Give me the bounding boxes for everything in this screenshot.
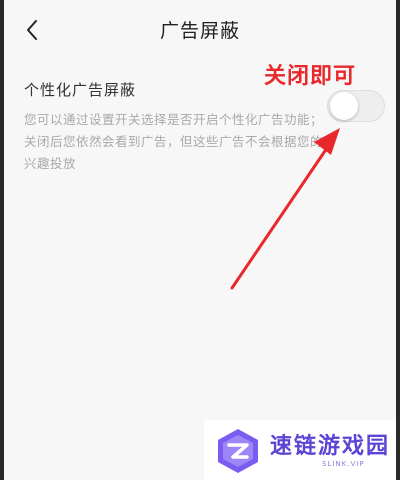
toggle-knob — [330, 92, 358, 120]
annotation-label: 关闭即可 — [264, 64, 357, 89]
setting-description: 您可以通过设置开关选择是否开启个性化广告功能；关闭后您依然会看到广告，但这些广告… — [24, 112, 324, 171]
top-bar: 广告屏蔽 — [4, 0, 396, 62]
chevron-left-icon — [27, 20, 37, 40]
watermark-name: 速链游戏园 — [270, 434, 391, 459]
settings-screen: 广告屏蔽 个性化广告屏蔽 您可以通过设置开关选择是否开启个性化广告功能；关闭后您… — [4, 0, 396, 480]
personalized-ads-toggle[interactable] — [327, 90, 385, 122]
screen-right-border — [396, 0, 400, 480]
page-title: 广告屏蔽 — [159, 20, 240, 42]
back-button[interactable] — [18, 16, 46, 44]
watermark: 速链游戏园 SLINK.VIP — [204, 420, 396, 480]
watermark-subtext: SLINK.VIP — [322, 460, 365, 468]
setting-title: 个性化广告屏蔽 — [24, 81, 137, 99]
watermark-logo-icon — [218, 429, 258, 473]
